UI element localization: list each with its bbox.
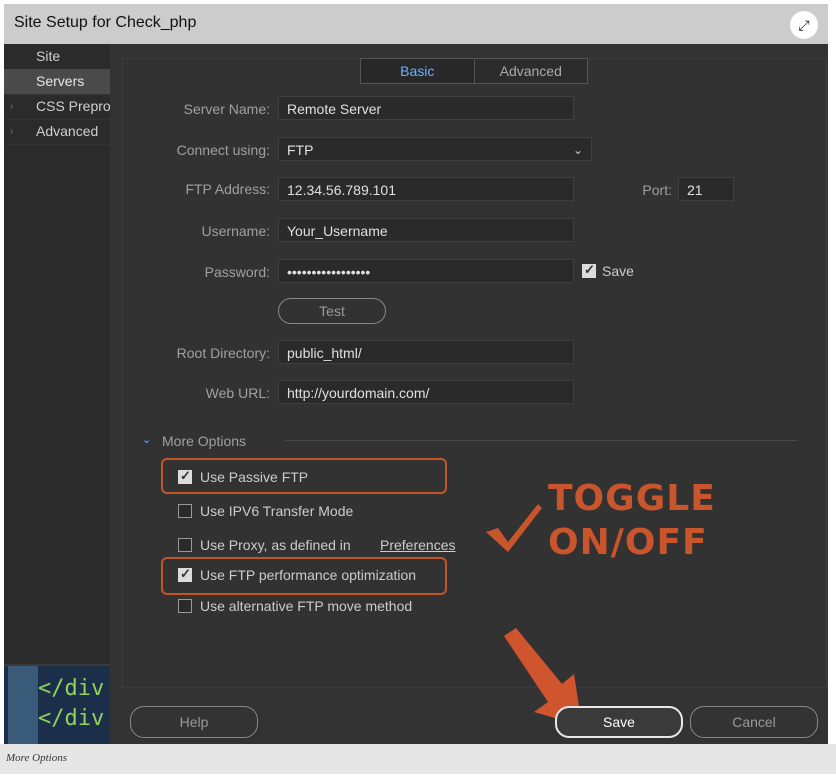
- port-field[interactable]: 21: [678, 177, 734, 201]
- sidebar-item-label: Servers: [36, 73, 85, 89]
- save-password-label: Save: [602, 263, 634, 279]
- tab-basic[interactable]: Basic: [361, 59, 475, 83]
- web-url-label: Web URL:: [205, 385, 270, 401]
- code-line: </div: [38, 676, 105, 701]
- connect-using-label: Connect using:: [176, 142, 270, 158]
- ftp-optimization-label: Use FTP performance optimization: [200, 567, 417, 583]
- sidebar-item-css-preprocessors[interactable]: › CSS Prepro: [4, 94, 110, 120]
- code-gutter: [8, 666, 38, 744]
- caption-bar: More Options: [0, 744, 836, 774]
- sidebar-item-site[interactable]: Site: [4, 44, 110, 70]
- proxy-checkbox[interactable]: [178, 538, 192, 552]
- save-password-checkbox[interactable]: [582, 262, 596, 278]
- window-title: Site Setup for Check_php: [14, 14, 197, 31]
- sidebar-item-advanced[interactable]: › Advanced: [4, 119, 110, 145]
- checkmark-icon: [486, 504, 542, 552]
- cancel-button[interactable]: Cancel: [690, 706, 818, 738]
- ipv6-checkbox[interactable]: [178, 504, 192, 518]
- passive-ftp-checkbox[interactable]: [178, 468, 192, 484]
- connect-using-select[interactable]: FTP ⌄: [278, 137, 592, 161]
- web-url-field[interactable]: http://yourdomain.com/: [278, 380, 574, 404]
- sidebar-item-label: Advanced: [36, 123, 99, 139]
- root-directory-label: Root Directory:: [176, 345, 270, 361]
- more-options-heading[interactable]: More Options: [162, 433, 246, 449]
- caption-text: More Options: [6, 752, 68, 764]
- root-directory-field[interactable]: public_html/: [278, 340, 574, 364]
- title-bar: Site Setup for Check_php ⤢: [4, 4, 828, 44]
- tab-bar: Basic Advanced: [360, 58, 588, 84]
- code-line: </div: [38, 706, 105, 731]
- passive-ftp-label: Use Passive FTP: [200, 469, 309, 485]
- sidebar-item-servers[interactable]: Servers: [4, 69, 110, 95]
- sidebar-item-label: CSS Prepro: [36, 98, 110, 114]
- annotation-line-1: TOGGLE: [548, 478, 716, 519]
- sidebar-item-label: Site: [36, 48, 61, 64]
- server-name-label: Server Name:: [183, 101, 270, 117]
- section-divider: [285, 440, 797, 441]
- chevron-right-icon[interactable]: ›: [10, 119, 13, 144]
- code-preview: </div </div: [4, 666, 110, 744]
- chevron-down-icon: ⌄: [572, 143, 583, 157]
- alt-move-label: Use alternative FTP move method: [200, 598, 413, 614]
- test-button[interactable]: Test: [278, 298, 386, 324]
- ftp-address-label: FTP Address:: [185, 181, 270, 197]
- password-label: Password:: [204, 264, 270, 280]
- sidebar: Site Servers › CSS Prepro › Advanced: [4, 44, 110, 664]
- chevron-right-icon[interactable]: ›: [10, 94, 13, 119]
- port-label: Port:: [642, 182, 672, 198]
- annotation-line-2: ON/OFF: [548, 522, 708, 563]
- proxy-label: Use Proxy, as defined in: [200, 537, 351, 553]
- chevron-down-icon[interactable]: ⌄: [142, 433, 151, 446]
- help-button[interactable]: Help: [130, 706, 258, 738]
- password-field[interactable]: •••••••••••••••••: [278, 259, 574, 283]
- save-button[interactable]: Save: [555, 706, 683, 738]
- preferences-link[interactable]: Preferences: [380, 537, 455, 553]
- tab-advanced[interactable]: Advanced: [475, 59, 588, 83]
- server-name-field[interactable]: Remote Server: [278, 96, 574, 120]
- connect-using-value: FTP: [287, 142, 314, 158]
- ipv6-label: Use IPV6 Transfer Mode: [200, 503, 354, 519]
- ftp-optimization-checkbox[interactable]: [178, 566, 192, 582]
- username-field[interactable]: Your_Username: [278, 218, 574, 242]
- alt-move-checkbox[interactable]: [178, 599, 192, 613]
- username-label: Username:: [201, 223, 270, 239]
- expand-icon[interactable]: ⤢: [790, 11, 818, 39]
